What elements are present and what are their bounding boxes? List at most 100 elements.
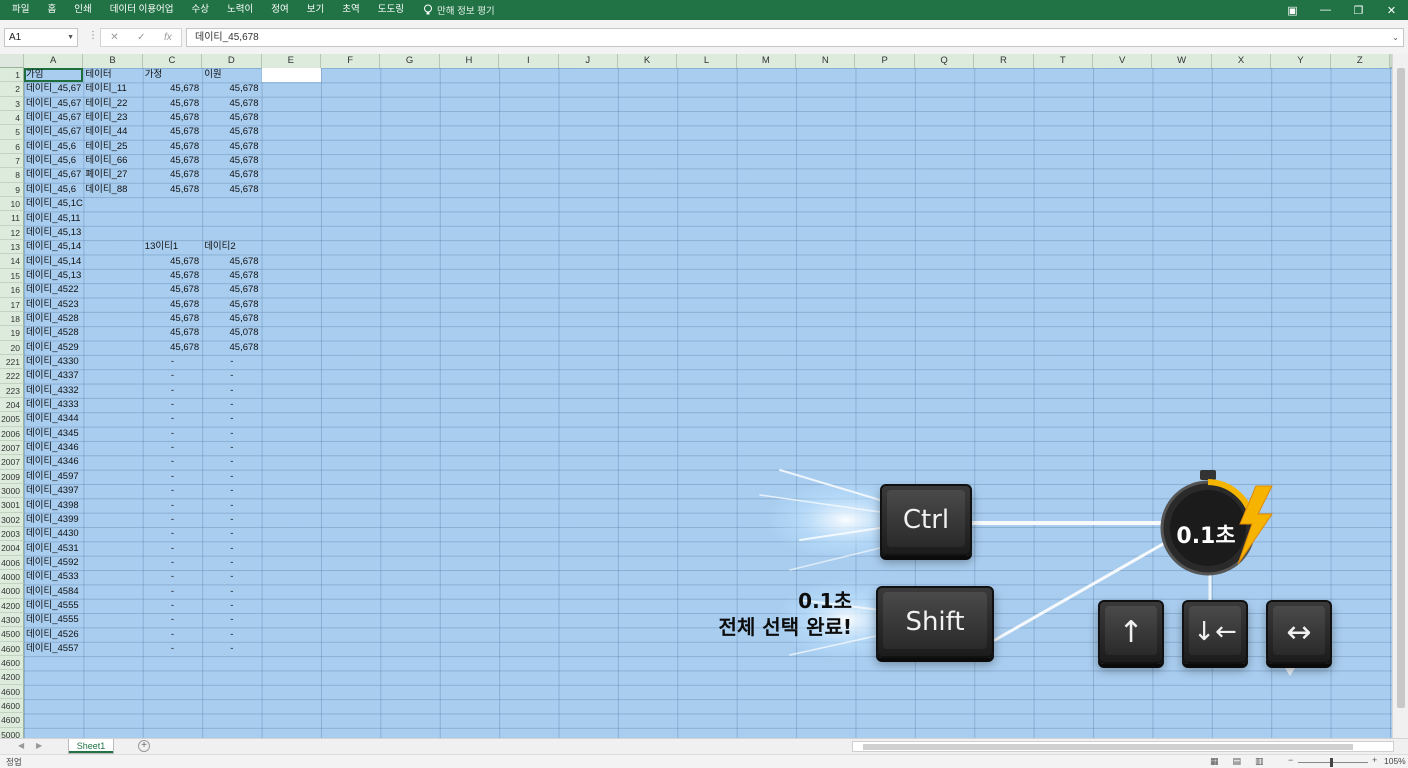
cell[interactable]: 데이티_4345 (24, 427, 83, 441)
cell[interactable]: 데이티_4584 (24, 585, 83, 599)
row-header[interactable]: 4600 (0, 699, 24, 714)
row-header[interactable]: 204 (0, 397, 24, 413)
cell[interactable]: - (143, 628, 202, 642)
chevron-down-icon[interactable]: ▼ (67, 29, 74, 46)
menu-item[interactable]: 정여 (262, 0, 297, 20)
row-header[interactable]: 9 (0, 182, 24, 198)
row-header[interactable]: 2007 (0, 440, 24, 456)
cell[interactable]: 45,678 (202, 298, 261, 312)
cell[interactable]: - (202, 556, 261, 570)
cell[interactable]: 데이티_45,67 (24, 111, 83, 125)
cell[interactable]: 데이티_4592 (24, 556, 83, 570)
cell[interactable]: - (143, 427, 202, 441)
cancel-icon[interactable]: ✕ (110, 32, 118, 43)
normal-view-icon[interactable]: ▦ (1210, 756, 1219, 767)
cell[interactable]: 45,678 (143, 140, 202, 154)
row-header[interactable]: 12 (0, 225, 24, 241)
cell[interactable]: 데이티_4399 (24, 513, 83, 527)
cell[interactable]: 데이티_45,6 (24, 140, 83, 154)
row-header[interactable]: 4200 (0, 670, 24, 685)
vertical-scrollbar[interactable] (1392, 54, 1408, 738)
row-header[interactable]: 4600 (0, 656, 24, 671)
column-header[interactable]: V (1093, 54, 1153, 68)
cell[interactable]: - (202, 470, 261, 484)
cell[interactable]: 테이티_23 (83, 111, 142, 125)
row-header[interactable]: 4600 (0, 684, 24, 700)
menu-item[interactable]: 보기 (298, 0, 333, 20)
cell[interactable]: 폐이티_27 (83, 168, 142, 182)
cell[interactable]: - (143, 613, 202, 627)
cell[interactable]: - (143, 369, 202, 383)
cell[interactable]: 45,678 (202, 255, 261, 269)
ribbon-display-icon[interactable]: ▣ (1276, 0, 1309, 20)
zoom-out-icon[interactable]: − (1288, 755, 1293, 765)
cell[interactable]: - (143, 470, 202, 484)
cell[interactable]: 데이티_4333 (24, 398, 83, 412)
row-header[interactable]: 4600 (0, 713, 24, 728)
cell[interactable]: 45,678 (202, 125, 261, 139)
cell[interactable]: 45,678 (202, 140, 261, 154)
cell[interactable]: 45,678 (202, 312, 261, 326)
formula-input[interactable]: 데이티_45,678 ⌄ (186, 28, 1404, 47)
column-header[interactable]: X (1211, 54, 1272, 68)
cell[interactable]: 테이티_66 (83, 154, 142, 168)
cell[interactable]: 45,678 (202, 97, 261, 111)
cell[interactable]: - (143, 599, 202, 613)
column-header[interactable]: W (1152, 54, 1212, 68)
cell[interactable]: - (143, 455, 202, 469)
zoom-slider[interactable]: − + (1288, 755, 1384, 768)
row-header[interactable]: 18 (0, 311, 24, 327)
cell[interactable]: 데이티_4430 (24, 527, 83, 541)
cell[interactable]: - (202, 412, 261, 426)
menu-item[interactable]: 수상 (183, 0, 218, 20)
row-header[interactable]: 10 (0, 197, 24, 212)
row-header[interactable]: 6 (0, 139, 24, 155)
cell[interactable]: 데이티_4522 (24, 283, 83, 297)
column-header[interactable]: C (142, 54, 203, 68)
page-layout-icon[interactable]: ▤ (1233, 756, 1242, 767)
prev-sheet-icon[interactable]: ◀ (18, 741, 24, 750)
add-sheet-button[interactable]: + (138, 740, 150, 752)
row-header[interactable]: 2003 (0, 527, 24, 542)
column-header[interactable]: H (439, 54, 500, 68)
cell[interactable]: 45,678 (202, 168, 261, 182)
cell[interactable]: 데이티_45,1C (24, 197, 83, 211)
expand-formula-icon[interactable]: ⌄ (1392, 29, 1399, 46)
cell[interactable]: 45,678 (143, 341, 202, 355)
cell[interactable]: 테이티_25 (83, 140, 142, 154)
cell[interactable]: 데이티_4526 (24, 628, 83, 642)
row-header[interactable]: 11 (0, 211, 24, 226)
menu-item[interactable]: 데이터 이용어업 (101, 0, 183, 20)
cell[interactable]: 테이티_11 (83, 82, 142, 96)
cell[interactable]: 테이터 (83, 68, 142, 82)
cell-e1[interactable] (261, 68, 321, 83)
row-header[interactable]: 20 (0, 340, 24, 355)
cell[interactable]: - (202, 628, 261, 642)
cell[interactable]: - (202, 427, 261, 441)
cell[interactable]: 45,678 (143, 255, 202, 269)
column-header[interactable]: A (24, 54, 84, 68)
cell[interactable]: - (143, 527, 202, 541)
cell[interactable]: 45,678 (143, 269, 202, 283)
column-header[interactable]: Y (1271, 54, 1331, 68)
cell[interactable]: - (143, 484, 202, 498)
row-header[interactable]: 14 (0, 254, 24, 269)
cell[interactable]: - (202, 527, 261, 541)
row-header[interactable]: 2 (0, 82, 24, 97)
cell[interactable]: - (202, 484, 261, 498)
cell[interactable]: 45,678 (143, 312, 202, 326)
row-header[interactable]: 3002 (0, 512, 24, 527)
row-header[interactable]: 7 (0, 154, 24, 169)
cell[interactable]: 45,678 (202, 283, 261, 297)
cell[interactable]: 45,678 (202, 154, 261, 168)
row-header[interactable]: 5 (0, 125, 24, 140)
cell[interactable]: 데이티_4531 (24, 542, 83, 556)
cell[interactable]: 데이티_4529 (24, 341, 83, 355)
column-header[interactable]: J (558, 54, 618, 68)
cell[interactable]: 데이티_4346 (24, 455, 83, 469)
row-header[interactable]: 2006 (0, 426, 24, 441)
zoom-level[interactable]: 105% (1384, 756, 1406, 766)
row-header[interactable]: 1 (0, 68, 24, 83)
cell[interactable]: - (143, 570, 202, 584)
row-header[interactable]: 3 (0, 96, 24, 112)
